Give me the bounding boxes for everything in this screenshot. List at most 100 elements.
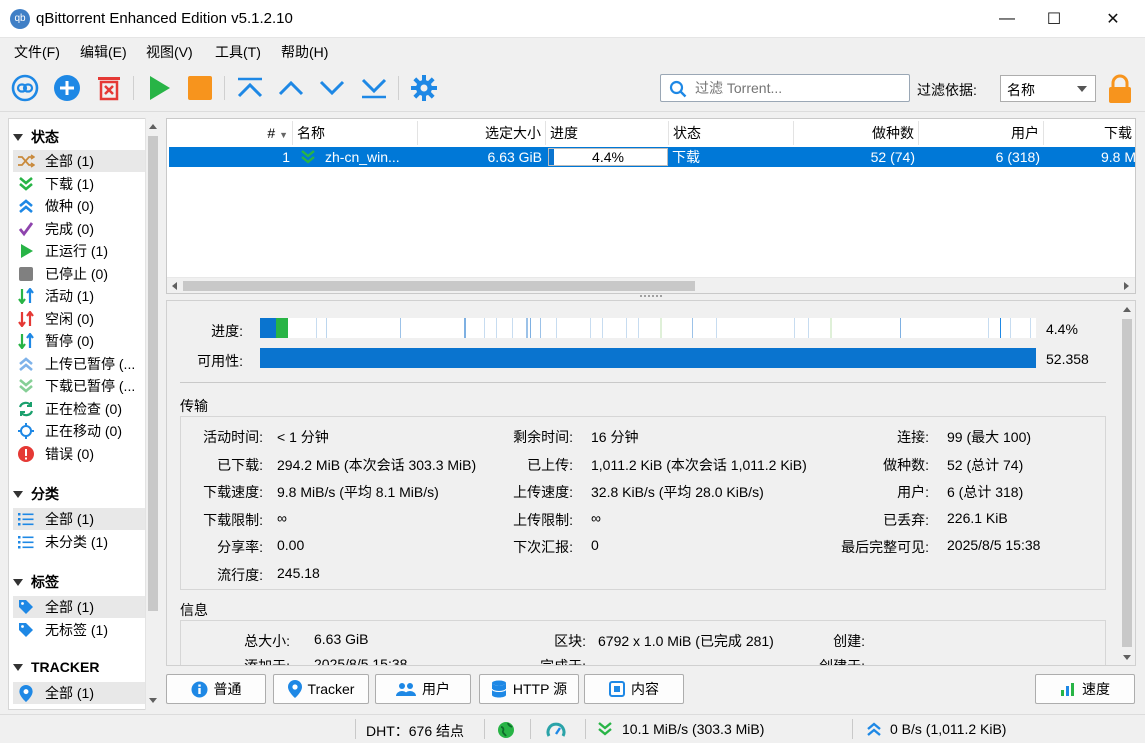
collapse-icon	[13, 133, 23, 141]
status-filter-item[interactable]: 做种 (0)	[13, 195, 145, 217]
menu-tools[interactable]: 工具(T)	[215, 42, 261, 62]
resume-icon[interactable]	[145, 74, 173, 102]
column-header-seeds[interactable]: 做种数	[794, 121, 919, 145]
menu-bar: 文件(F) 编辑(E) 视图(V) 工具(T) 帮助(H)	[0, 38, 1145, 64]
menu-edit[interactable]: 编辑(E)	[80, 42, 127, 62]
status-section-header[interactable]: 状态	[13, 127, 59, 147]
move-down-icon[interactable]	[318, 74, 346, 102]
piece-mark	[260, 318, 276, 338]
filter-input[interactable]	[695, 79, 895, 97]
close-button[interactable]: ✕	[1090, 0, 1136, 38]
status-filter-item[interactable]: 上传已暂停 (...	[13, 353, 145, 375]
details-scrollbar[interactable]	[1119, 301, 1135, 665]
tab-peers[interactable]: 用户	[375, 674, 471, 704]
status-filter-item[interactable]: 暂停 (0)	[13, 330, 145, 352]
tab-general[interactable]: 普通	[166, 674, 266, 704]
lock-icon[interactable]	[1106, 74, 1134, 104]
status-filter-item[interactable]: 已停止 (0)	[13, 263, 145, 285]
torrent-row[interactable]: 1 zh-cn_win... 6.63 GiB 4.4% 下载 52 (74) …	[169, 147, 1135, 167]
downloading-icon	[301, 150, 315, 164]
status-filter-item[interactable]: 空闲 (0)	[13, 308, 145, 330]
availability-value: 52.358	[1046, 351, 1089, 367]
status-filter-item[interactable]: 正在检查 (0)	[13, 398, 145, 420]
transfer-field-label: 做种数:	[883, 456, 929, 473]
transfer-field-label: 流行度:	[217, 566, 263, 583]
column-header-size[interactable]: 选定大小	[418, 121, 546, 145]
status-separator	[484, 719, 485, 739]
tab-tracker[interactable]: Tracker	[273, 674, 369, 704]
tracker-section-header[interactable]: TRACKER	[13, 659, 99, 675]
sidebar-scroll-thumb[interactable]	[148, 136, 158, 611]
status-filter-item[interactable]: 下载已暂停 (...	[13, 375, 145, 397]
tab-http-sources[interactable]: HTTP 源	[479, 674, 579, 704]
status-filter-item[interactable]: 下载 (1)	[13, 173, 145, 195]
piece-mark	[1000, 318, 1001, 338]
status-filter-item[interactable]: 完成 (0)	[13, 218, 145, 240]
menu-file[interactable]: 文件(F)	[14, 42, 60, 62]
connection-status-icon[interactable]	[497, 721, 515, 739]
status-filter-item-label: 全部 (1)	[45, 153, 94, 169]
pieces-progress-bar	[260, 318, 1036, 338]
transfer-field-label: 剩余时间:	[513, 429, 573, 445]
move-bottom-icon[interactable]	[360, 74, 388, 102]
status-filter-item[interactable]: 正运行 (1)	[13, 240, 145, 262]
add-icon[interactable]	[53, 74, 81, 102]
category-filter-item[interactable]: 全部 (1)	[13, 508, 145, 530]
pause-icon[interactable]	[186, 74, 214, 102]
move-up-icon[interactable]	[277, 74, 305, 102]
filter-by-select[interactable]: 名称	[1000, 75, 1096, 102]
status-filter-item[interactable]: 错误 (0)	[13, 443, 145, 465]
piece-mark	[556, 318, 557, 338]
tracker-filter-item[interactable]: 全部 (1)	[13, 682, 145, 704]
minimize-button[interactable]: —	[984, 0, 1030, 38]
column-header-peers[interactable]: 用户	[919, 121, 1044, 145]
settings-icon[interactable]	[410, 74, 438, 102]
sidebar-scrollbar[interactable]	[145, 118, 160, 710]
column-header-name[interactable]: 名称	[293, 121, 418, 145]
piece-mark	[830, 318, 832, 338]
maximize-icon: ☐	[1046, 11, 1062, 28]
transfer-field-label: 最后完整可见:	[841, 539, 929, 555]
search-icon	[669, 80, 687, 98]
speed-limit-icon[interactable]	[546, 721, 566, 739]
delete-icon[interactable]	[95, 74, 123, 102]
tab-content[interactable]: 内容	[584, 674, 684, 704]
torrent-name: zh-cn_win...	[325, 149, 400, 165]
category-filter-item[interactable]: 未分类 (1)	[13, 531, 145, 553]
details-scroll-thumb[interactable]	[1122, 319, 1132, 647]
column-header-progress[interactable]: 进度	[546, 121, 669, 145]
check-icon	[17, 220, 35, 238]
active-icon	[17, 287, 35, 305]
tag-filter-item[interactable]: 无标签 (1)	[13, 619, 145, 641]
column-header-download-speed[interactable]: 下载	[1044, 121, 1135, 145]
scroll-up-icon	[149, 124, 157, 129]
tag-filter-item[interactable]: 全部 (1)	[13, 596, 145, 618]
maximize-button[interactable]: ☐	[1031, 0, 1077, 38]
location-icon	[17, 684, 35, 702]
column-header-status[interactable]: 状态	[669, 121, 794, 145]
tag-icon	[17, 598, 35, 616]
added-on-label: 添加于:	[244, 658, 290, 666]
column-header-number[interactable]: # ▼	[169, 121, 293, 145]
status-filter-item[interactable]: 全部 (1)	[13, 150, 145, 172]
status-filter-item[interactable]: 活动 (1)	[13, 285, 145, 307]
tab-content-label: 内容	[631, 681, 659, 697]
torrent-list-scroll-thumb[interactable]	[183, 281, 695, 291]
move-top-icon[interactable]	[236, 74, 264, 102]
tags-section-header[interactable]: 标签	[13, 572, 59, 592]
category-section-header[interactable]: 分类	[13, 484, 59, 504]
link-icon[interactable]	[11, 74, 39, 102]
download-speed-status[interactable]: 10.1 MiB/s (303.3 MiB)	[622, 721, 764, 737]
torrent-seeds: 52 (74)	[870, 149, 915, 165]
torrent-list-hscrollbar[interactable]	[167, 277, 1135, 293]
menu-help[interactable]: 帮助(H)	[281, 42, 328, 62]
filter-search-box[interactable]	[660, 74, 910, 102]
tab-speed[interactable]: 速度	[1035, 674, 1135, 704]
menu-view[interactable]: 视图(V)	[146, 42, 193, 62]
toolbar-separator	[224, 76, 225, 100]
tab-general-label: 普通	[213, 681, 242, 697]
status-filter-item[interactable]: 正在移动 (0)	[13, 420, 145, 442]
piece-mark	[484, 318, 485, 338]
checking-icon	[17, 400, 35, 418]
upload-speed-status[interactable]: 0 B/s (1,011.2 KiB)	[890, 721, 1006, 737]
